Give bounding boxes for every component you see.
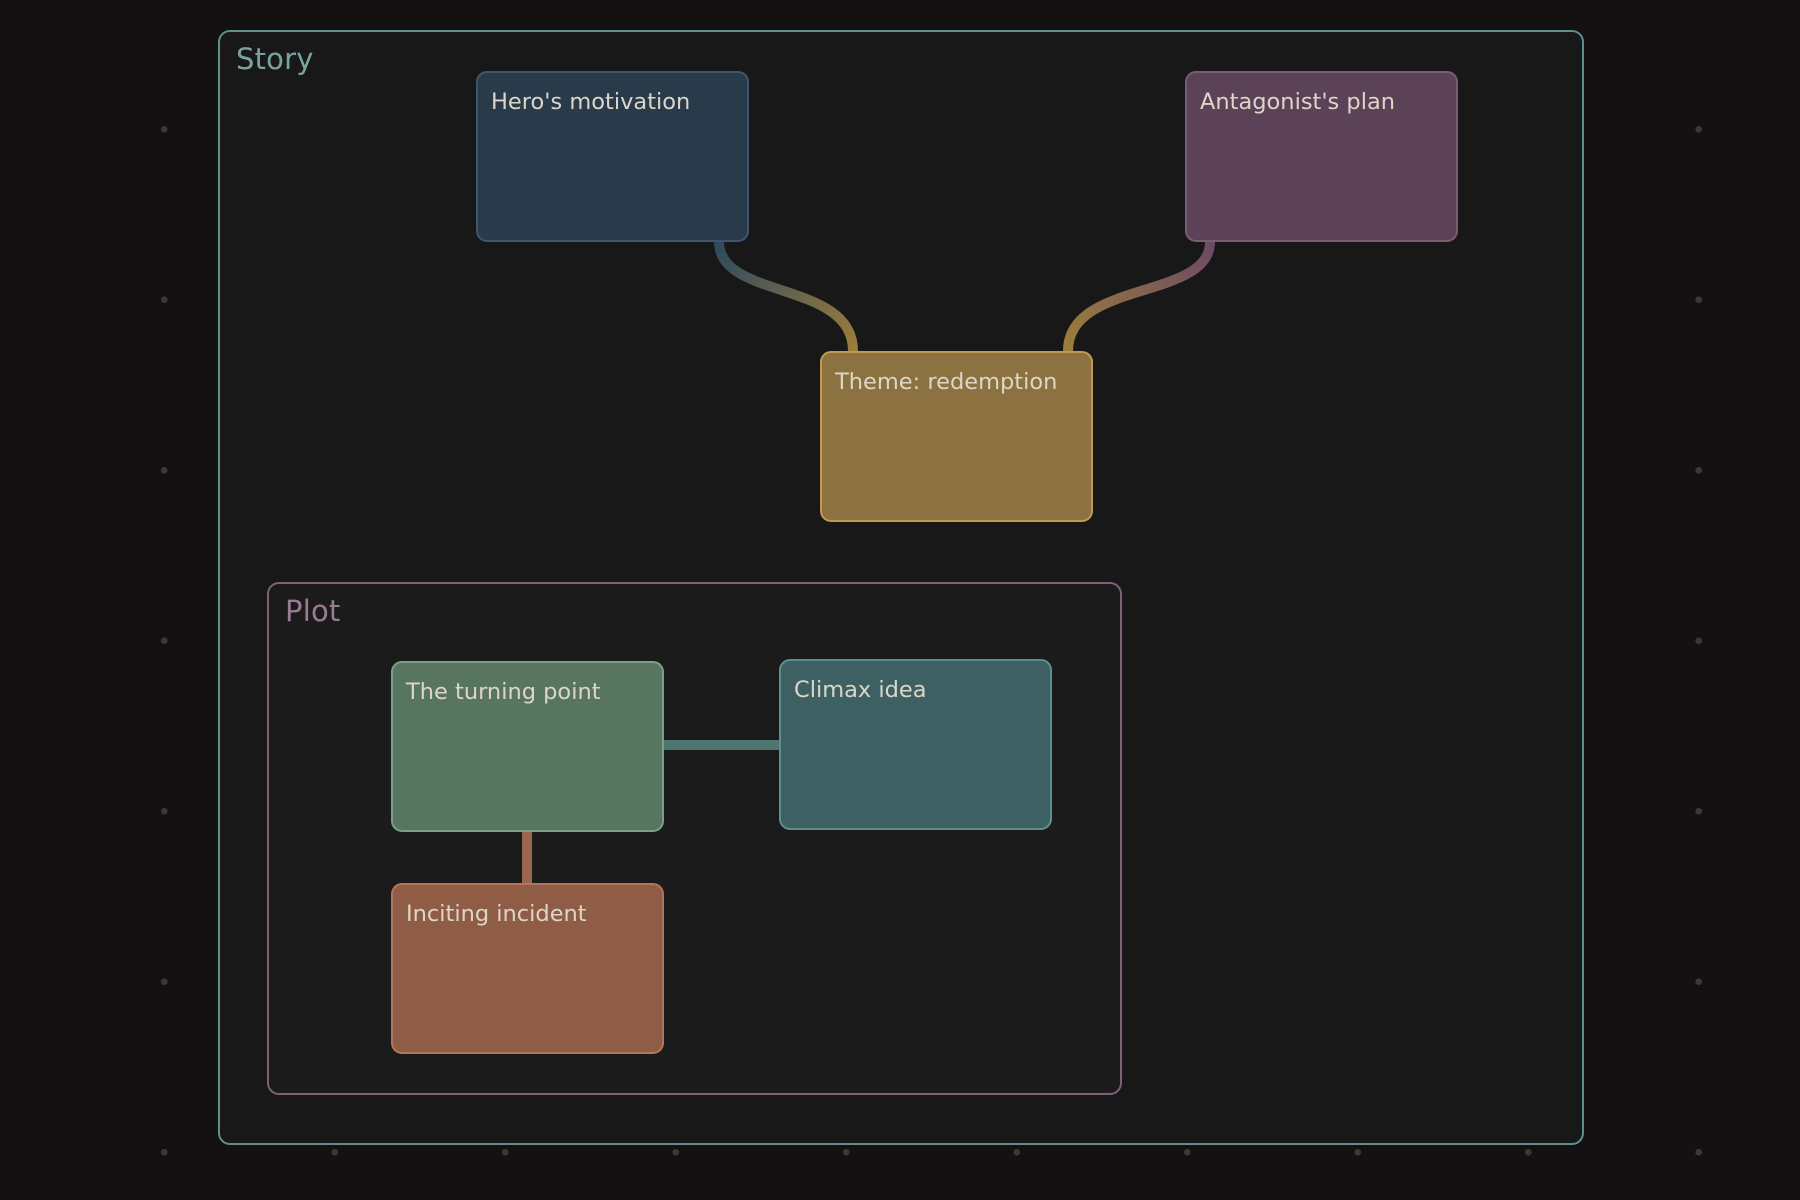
card-text: Theme: redemption	[835, 369, 1058, 395]
card-inciting-incident[interactable]: Inciting incident	[391, 883, 664, 1054]
card-turning-point[interactable]: The turning point	[391, 661, 664, 832]
group-label-story[interactable]: Story	[236, 42, 314, 76]
card-text: Hero's motivation	[491, 89, 691, 115]
card-text: Climax idea	[794, 677, 927, 703]
card-text: Inciting incident	[406, 901, 587, 927]
card-text: The turning point	[406, 679, 601, 705]
canvas-board[interactable]: Story Plot Hero's motivation Antagonist'…	[0, 0, 1800, 1200]
card-text: Antagonist's plan	[1200, 89, 1396, 115]
card-antagonists-plan[interactable]: Antagonist's plan	[1185, 71, 1458, 242]
group-label-plot[interactable]: Plot	[285, 594, 340, 628]
card-theme-redemption[interactable]: Theme: redemption	[820, 351, 1093, 522]
card-climax-idea[interactable]: Climax idea	[779, 659, 1052, 830]
card-heros-motivation[interactable]: Hero's motivation	[476, 71, 749, 242]
